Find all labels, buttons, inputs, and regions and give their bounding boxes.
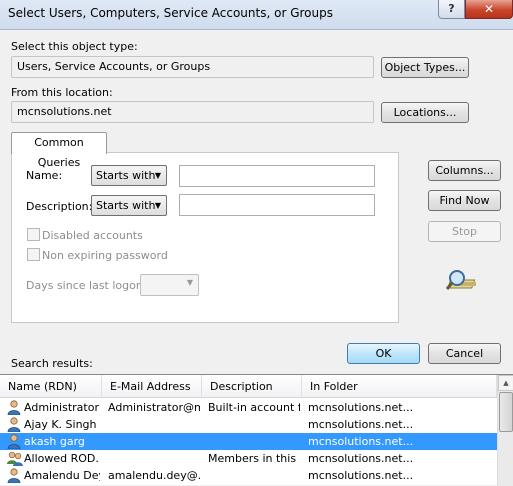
stop-button[interactable]: Stop <box>428 221 501 242</box>
cell-folder: mcnsolutions.net... <box>308 435 414 448</box>
object-type-field: Users, Service Accounts, or Groups <box>11 56 374 78</box>
columns-button[interactable]: Columns... <box>428 160 501 181</box>
name-input[interactable] <box>179 165 375 187</box>
non-expiring-password-label: Non expiring password <box>42 249 168 262</box>
find-now-button[interactable]: Find Now <box>428 190 501 211</box>
column-header-in-folder[interactable]: In Folder <box>302 375 497 398</box>
name-mode-value: Starts with <box>96 169 156 182</box>
search-animation-icon <box>445 270 476 290</box>
locations-button[interactable]: Locations... <box>381 102 469 123</box>
cell-name: akash garg <box>24 435 85 448</box>
location-field: mcnsolutions.net <box>11 101 374 123</box>
cell-email: amalendu.dey@... <box>108 469 200 482</box>
chevron-down-icon: ▼ <box>154 171 161 180</box>
ok-button[interactable]: OK <box>347 343 420 364</box>
cell-folder: mcnsolutions.net... <box>308 418 414 431</box>
column-header-email[interactable]: E-Mail Address <box>102 375 202 398</box>
cell-description: Members in this ... <box>208 452 300 465</box>
help-button[interactable]: ? <box>438 0 465 19</box>
table-row[interactable]: Allowed ROD... Members in this ... mcnsolu… <box>0 450 497 467</box>
cell-name: Administrator <box>24 401 99 414</box>
disabled-accounts-checkbox[interactable] <box>27 228 40 241</box>
cancel-button[interactable]: Cancel <box>428 343 501 364</box>
tab-common-queries[interactable]: Common Queries <box>11 132 107 169</box>
chevron-down-icon: ▼ <box>186 278 193 287</box>
non-expiring-password-checkbox[interactable] <box>27 248 40 261</box>
description-mode-value: Starts with <box>96 199 156 212</box>
cell-name: Ajay K. Singh <box>24 418 97 431</box>
disabled-accounts-label: Disabled accounts <box>42 229 143 242</box>
days-since-logon-select[interactable]: ▼ <box>140 274 199 296</box>
location-label: From this location: <box>11 86 113 99</box>
search-results-list[interactable]: Name (RDN) E-Mail Address Description In… <box>0 374 513 486</box>
cell-description: Built-in account f... <box>208 401 300 414</box>
cell-folder: mcnsolutions.net... <box>308 452 414 465</box>
description-mode-select[interactable]: Starts with ▼ <box>91 195 167 216</box>
close-button[interactable]: ✕ <box>465 0 513 19</box>
chevron-down-icon: ▼ <box>154 201 161 210</box>
description-label: Description: <box>26 200 93 213</box>
name-mode-select[interactable]: Starts with ▼ <box>91 165 167 186</box>
days-since-logon-label: Days since last logon: <box>26 279 147 292</box>
table-row[interactable]: Ajay K. Singh mcnsolutions.net... <box>0 416 497 433</box>
search-results-label: Search results: <box>11 357 93 370</box>
table-row[interactable]: Amalendu Dey amalendu.dey@... mcnsolutions… <box>0 467 497 484</box>
cell-folder: mcnsolutions.net... <box>308 401 414 414</box>
table-row[interactable]: Administrator Administrator@m... Built-in … <box>0 399 497 416</box>
table-row[interactable]: akash garg mcnsolutions.net... <box>0 433 497 450</box>
scrollbar-thumb[interactable] <box>499 392 513 432</box>
cell-folder: mcnsolutions.net... <box>308 469 414 482</box>
description-input[interactable] <box>179 194 375 216</box>
scroll-up-icon[interactable]: ▲ <box>498 375 513 391</box>
cell-email: Administrator@m... <box>108 401 200 414</box>
object-type-label: Select this object type: <box>11 40 138 53</box>
window-title: Select Users, Computers, Service Account… <box>8 6 333 20</box>
name-label: Name: <box>26 169 63 182</box>
object-types-button[interactable]: Object Types... <box>381 57 469 78</box>
cell-name: Amalendu Dey <box>24 469 100 482</box>
cell-name: Allowed ROD... <box>24 452 100 465</box>
user-icon <box>7 468 21 486</box>
column-header-name[interactable]: Name (RDN) <box>0 375 102 398</box>
column-header-description[interactable]: Description <box>202 375 302 398</box>
results-scrollbar[interactable]: ▲ <box>497 375 513 486</box>
